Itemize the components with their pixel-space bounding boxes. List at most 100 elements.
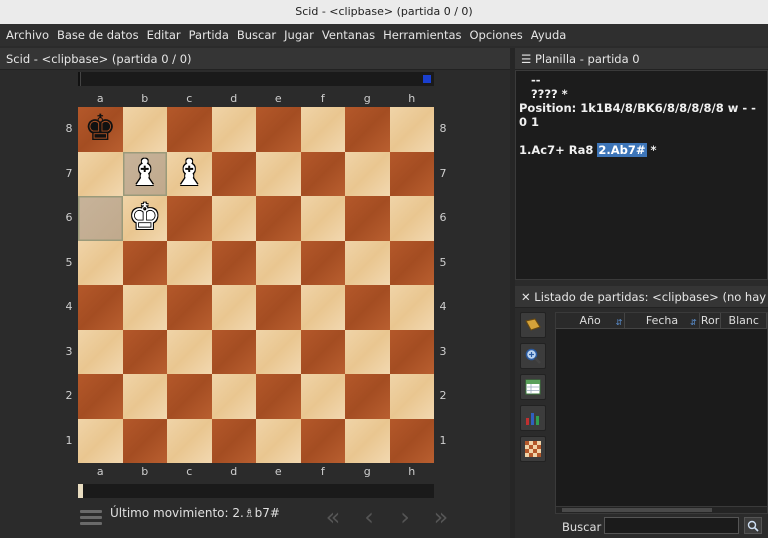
square-e3[interactable] — [256, 329, 301, 374]
board-menu-icon[interactable] — [80, 510, 102, 526]
square-b7[interactable]: ♝ — [122, 151, 168, 197]
square-c4[interactable] — [167, 285, 212, 330]
close-icon[interactable]: ✕ — [521, 290, 531, 304]
square-b6[interactable]: ♚ — [122, 196, 167, 241]
menu-editar[interactable]: Editar — [143, 28, 185, 42]
square-c6[interactable] — [167, 196, 212, 241]
square-f1[interactable] — [300, 418, 345, 463]
square-d1[interactable] — [211, 418, 256, 463]
square-g8[interactable] — [345, 107, 390, 152]
square-e7[interactable] — [256, 151, 301, 196]
square-a2[interactable] — [78, 374, 123, 419]
square-b1[interactable] — [122, 418, 167, 463]
square-a5[interactable] — [78, 240, 123, 285]
menu-ventanas[interactable]: Ventanas — [318, 28, 379, 42]
menu-partida[interactable]: Partida — [185, 28, 233, 42]
column-header-year[interactable]: Año ⇵ — [556, 313, 626, 328]
search-zoom-icon[interactable] — [520, 343, 546, 369]
board-icon[interactable] — [520, 436, 546, 462]
square-d6[interactable] — [211, 196, 256, 241]
square-g4[interactable] — [345, 285, 390, 330]
horizontal-scrollbar[interactable] — [555, 506, 768, 514]
menu-icon[interactable]: ☰ — [521, 52, 531, 66]
square-c8[interactable] — [167, 107, 212, 152]
square-h3[interactable] — [389, 329, 434, 374]
column-header-date[interactable]: Fecha ⇵ — [625, 313, 700, 328]
square-c3[interactable] — [167, 329, 212, 374]
square-h5[interactable] — [389, 240, 434, 285]
search-input[interactable] — [604, 517, 739, 534]
square-h1[interactable] — [389, 418, 434, 463]
square-g6[interactable] — [345, 196, 390, 241]
square-h7[interactable] — [389, 151, 434, 196]
next-move-icon[interactable]: › — [390, 504, 420, 530]
square-e5[interactable] — [256, 240, 301, 285]
square-f4[interactable] — [300, 285, 345, 330]
white-bishop-icon[interactable]: ♝ — [167, 152, 212, 197]
prev-move-icon[interactable]: ‹ — [354, 504, 384, 530]
square-g3[interactable] — [345, 329, 390, 374]
search-icon[interactable] — [744, 517, 762, 534]
square-h4[interactable] — [389, 285, 434, 330]
menu-buscar[interactable]: Buscar — [233, 28, 280, 42]
square-a1[interactable] — [78, 418, 123, 463]
scroll-thumb[interactable] — [562, 508, 712, 512]
square-f7[interactable] — [300, 151, 345, 196]
square-g5[interactable] — [345, 240, 390, 285]
first-move-icon[interactable]: « — [318, 504, 348, 530]
square-b2[interactable] — [122, 374, 167, 419]
square-e4[interactable] — [256, 285, 301, 330]
square-f3[interactable] — [300, 329, 345, 374]
menu-jugar[interactable]: Jugar — [280, 28, 318, 42]
square-a3[interactable] — [78, 329, 123, 374]
square-g1[interactable] — [345, 418, 390, 463]
square-a8[interactable]: ♚ — [78, 107, 123, 152]
square-e1[interactable] — [256, 418, 301, 463]
square-d4[interactable] — [211, 285, 256, 330]
square-c5[interactable] — [167, 240, 212, 285]
menu-opciones[interactable]: Opciones — [466, 28, 527, 42]
square-b5[interactable] — [122, 240, 167, 285]
square-b8[interactable] — [122, 107, 167, 152]
square-f2[interactable] — [300, 374, 345, 419]
square-f6[interactable] — [300, 196, 345, 241]
square-f5[interactable] — [300, 240, 345, 285]
chess-board[interactable]: ♚ ♝ ♝ ♚ — [78, 107, 434, 463]
square-g2[interactable] — [345, 374, 390, 419]
square-c7[interactable]: ♝ — [167, 151, 212, 197]
square-d8[interactable] — [211, 107, 256, 152]
table-icon[interactable] — [520, 374, 546, 400]
menu-ayuda[interactable]: Ayuda — [527, 28, 571, 42]
notation-text[interactable]: -- ???? * Position: 1k1B4/8/BK6/8/8/8/8/… — [515, 70, 768, 280]
current-move[interactable]: 2.Ab7# — [597, 143, 647, 157]
square-f8[interactable] — [300, 107, 345, 152]
square-e6[interactable] — [256, 196, 301, 241]
menu-archivo[interactable]: Archivo — [2, 28, 53, 42]
square-d5[interactable] — [211, 240, 256, 285]
last-move-icon[interactable]: » — [426, 504, 456, 530]
square-a6[interactable] — [78, 196, 123, 241]
square-g7[interactable] — [345, 151, 390, 196]
black-king-icon[interactable]: ♚ — [78, 107, 123, 152]
column-header-round[interactable]: Ror — [700, 313, 722, 328]
square-d2[interactable] — [211, 374, 256, 419]
square-d3[interactable] — [211, 329, 256, 374]
square-a7[interactable] — [78, 151, 123, 196]
games-table[interactable]: Año ⇵ Fecha ⇵ Ror Blanc — [555, 312, 768, 507]
move-text[interactable]: 1.Ac7+ Ra8 — [519, 143, 593, 157]
square-e8[interactable] — [256, 107, 301, 152]
menu-base-de-datos[interactable]: Base de datos — [53, 28, 143, 42]
square-b4[interactable] — [122, 285, 167, 330]
bar-chart-icon[interactable] — [520, 405, 546, 431]
menu-herramientas[interactable]: Herramientas — [379, 28, 465, 42]
open-database-icon[interactable] — [520, 312, 546, 338]
white-bishop-icon[interactable]: ♝ — [123, 152, 168, 197]
column-header-white[interactable]: Blanc — [721, 313, 767, 328]
square-c1[interactable] — [167, 418, 212, 463]
square-a4[interactable] — [78, 285, 123, 330]
square-e2[interactable] — [256, 374, 301, 419]
square-h2[interactable] — [389, 374, 434, 419]
square-h8[interactable] — [389, 107, 434, 152]
square-c2[interactable] — [167, 374, 212, 419]
square-d7[interactable] — [211, 151, 256, 196]
